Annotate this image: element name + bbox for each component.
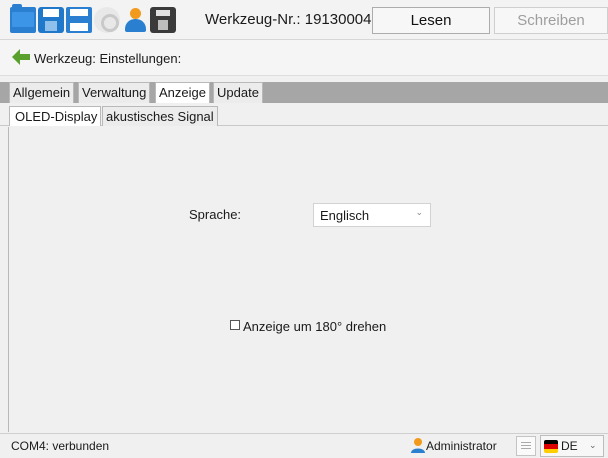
- language-label: Sprache:: [189, 207, 242, 222]
- user-role: Administrator: [426, 439, 497, 453]
- language-code: DE: [561, 439, 578, 453]
- write-button[interactable]: Schreiben: [494, 7, 608, 34]
- read-button[interactable]: Lesen: [372, 7, 490, 34]
- tool-number-label: Werkzeug-Nr.: 19130004: [205, 11, 372, 28]
- rotate-display-checkbox[interactable]: [230, 320, 240, 330]
- save-icon[interactable]: [38, 7, 64, 33]
- connection-status: COM4: verbunden: [11, 439, 110, 453]
- notes-icon[interactable]: [516, 436, 536, 456]
- chevron-down-icon: ⌄: [415, 207, 423, 217]
- tab-akustisches-signal[interactable]: akustisches Signal: [102, 106, 218, 126]
- language-switcher[interactable]: DE ⌄: [540, 435, 604, 457]
- rotate-display-label[interactable]: Anzeige um 180° drehen: [243, 319, 386, 334]
- language-select[interactable]: Englisch ⌄: [313, 203, 431, 227]
- back-arrow-icon[interactable]: [12, 49, 30, 65]
- tab-allgemein[interactable]: Allgemein: [9, 82, 75, 103]
- tab-anzeige[interactable]: Anzeige: [155, 82, 210, 103]
- language-select-value: Englisch: [320, 208, 370, 223]
- page-title: Werkzeug: Einstellungen:: [34, 51, 182, 66]
- printer-icon[interactable]: [66, 7, 92, 33]
- tab-update[interactable]: Update: [213, 82, 263, 103]
- chevron-down-icon: ⌄: [589, 440, 597, 450]
- user-icon: [411, 438, 425, 453]
- gear-icon[interactable]: [94, 7, 120, 33]
- device-icon[interactable]: [150, 7, 176, 33]
- sub-tab-strip: OLED-Display akustisches Signal: [0, 104, 608, 126]
- folder-open-icon[interactable]: [10, 4, 36, 33]
- german-flag-icon: [544, 440, 558, 453]
- tab-verwaltung[interactable]: Verwaltung: [78, 82, 151, 103]
- settings-panel: [8, 127, 608, 432]
- user-icon[interactable]: [122, 7, 148, 33]
- tab-oled-display[interactable]: OLED-Display: [9, 106, 102, 126]
- main-tab-strip: Allgemein Verwaltung Anzeige Update: [0, 82, 608, 103]
